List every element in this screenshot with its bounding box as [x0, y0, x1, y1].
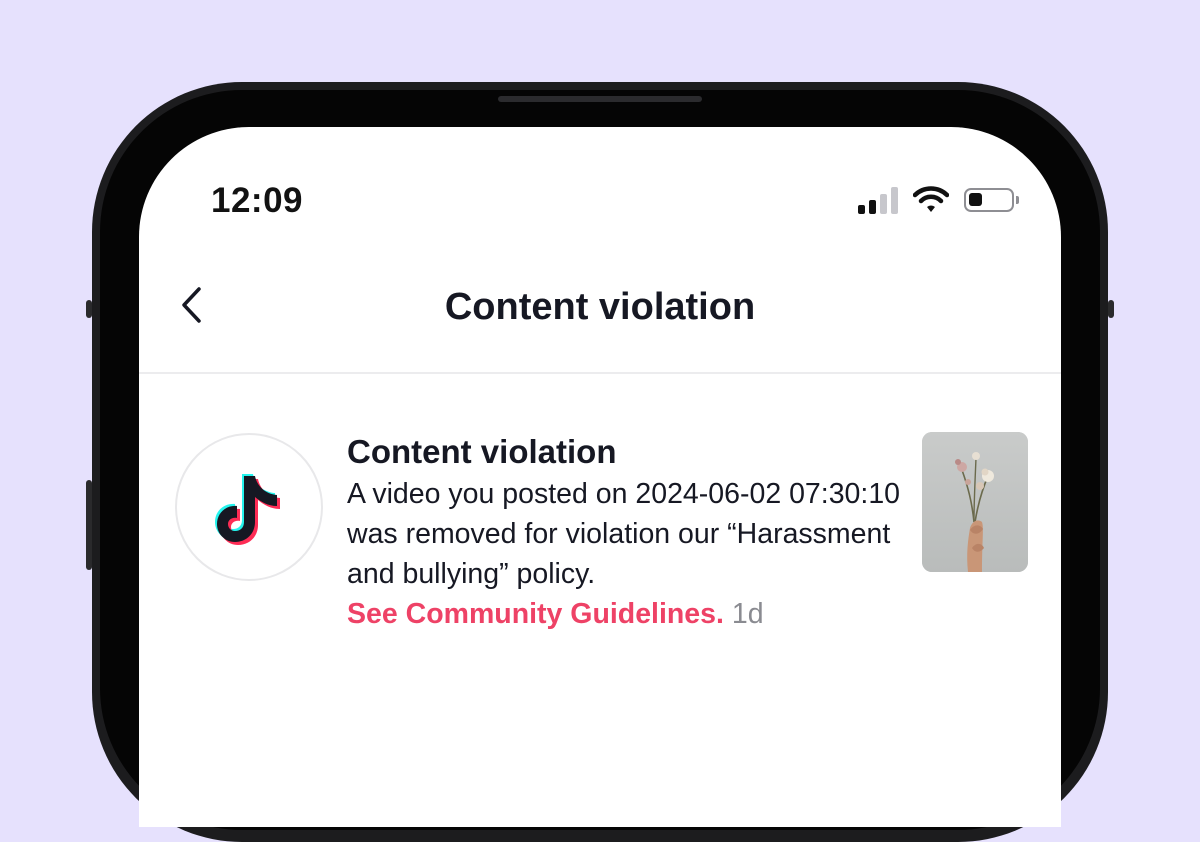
phone-power-button: [1108, 300, 1114, 318]
phone-speaker-slot: [498, 96, 702, 102]
community-guidelines-link[interactable]: See Community Guidelines.: [347, 598, 724, 630]
tiktok-avatar: [175, 433, 323, 581]
phone-side-button: [86, 300, 92, 318]
notification-body: A video you posted on 2024-06-02 07:30:1…: [347, 478, 901, 590]
flower-in-hand-thumbnail: [922, 432, 1028, 572]
battery-icon: [964, 188, 1019, 212]
header-divider: [139, 372, 1061, 374]
wifi-icon: [913, 186, 949, 212]
tiktok-logo-icon: [215, 474, 280, 545]
phone-screen: 12:09 Content violation Content violatio…: [139, 127, 1061, 827]
video-thumbnail[interactable]: [922, 432, 1028, 572]
notification-age: 1d: [731, 598, 764, 630]
notification-footer: See Community Guidelines. 1d: [347, 594, 907, 634]
notification-title: Content violation: [347, 433, 617, 470]
status-time: 12:09: [211, 181, 304, 220]
page-title: Content violation: [444, 286, 756, 328]
notification-content[interactable]: Content violation A video you posted on …: [347, 432, 907, 634]
cellular-signal-icon: [858, 185, 900, 217]
phone-volume-button: [86, 480, 92, 570]
